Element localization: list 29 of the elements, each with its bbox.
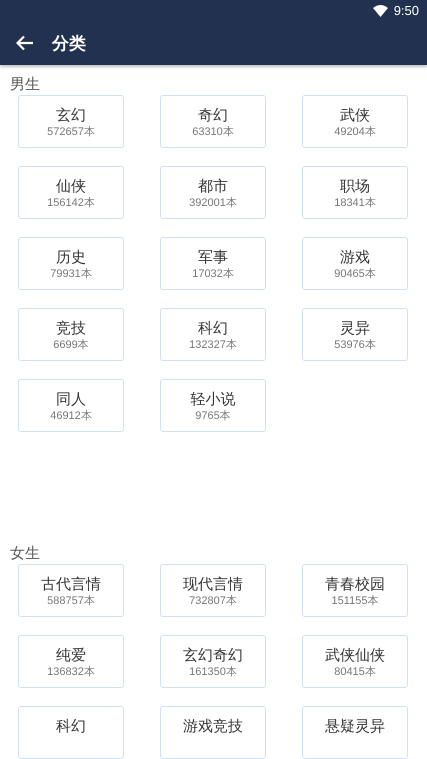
category-card[interactable]: 科幻 xyxy=(18,706,124,759)
category-card[interactable]: 现代言情 732807本 xyxy=(160,564,266,617)
category-card[interactable]: 青春校园 151155本 xyxy=(302,564,408,617)
category-card[interactable]: 竞技 6699本 xyxy=(18,308,124,361)
category-card[interactable]: 同人 46912本 xyxy=(18,379,124,432)
category-card[interactable]: 灵异 53976本 xyxy=(302,308,408,361)
category-card[interactable]: 武侠仙侠 80415本 xyxy=(302,635,408,688)
category-card[interactable]: 奇幻 63310本 xyxy=(160,95,266,148)
category-card[interactable]: 悬疑灵异 xyxy=(302,706,408,759)
page-title: 分类 xyxy=(52,32,86,55)
category-card[interactable]: 玄幻奇幻 161350本 xyxy=(160,635,266,688)
category-card[interactable]: 游戏 90465本 xyxy=(302,237,408,290)
back-icon[interactable] xyxy=(16,35,34,52)
category-card[interactable]: 仙侠 156142本 xyxy=(18,166,124,219)
category-card[interactable]: 科幻 132327本 xyxy=(160,308,266,361)
category-card[interactable]: 游戏竞技 xyxy=(160,706,266,759)
status-time: 9:50 xyxy=(394,3,419,18)
wifi-icon xyxy=(372,4,388,17)
category-card[interactable]: 职场 18341本 xyxy=(302,166,408,219)
category-card[interactable]: 纯爱 136832本 xyxy=(18,635,124,688)
section-title: 女生 xyxy=(9,543,40,564)
category-card[interactable]: 轻小说 9765本 xyxy=(160,379,266,432)
category-card[interactable]: 玄幻 572657本 xyxy=(18,95,124,148)
category-card[interactable]: 军事 17032本 xyxy=(160,237,266,290)
category-card[interactable]: 都市 392001本 xyxy=(160,166,266,219)
section-title: 男生 xyxy=(9,74,40,95)
category-card[interactable]: 历史 79931本 xyxy=(18,237,124,290)
category-card[interactable]: 古代言情 588757本 xyxy=(18,564,124,617)
category-card[interactable]: 武侠 49204本 xyxy=(302,95,408,148)
